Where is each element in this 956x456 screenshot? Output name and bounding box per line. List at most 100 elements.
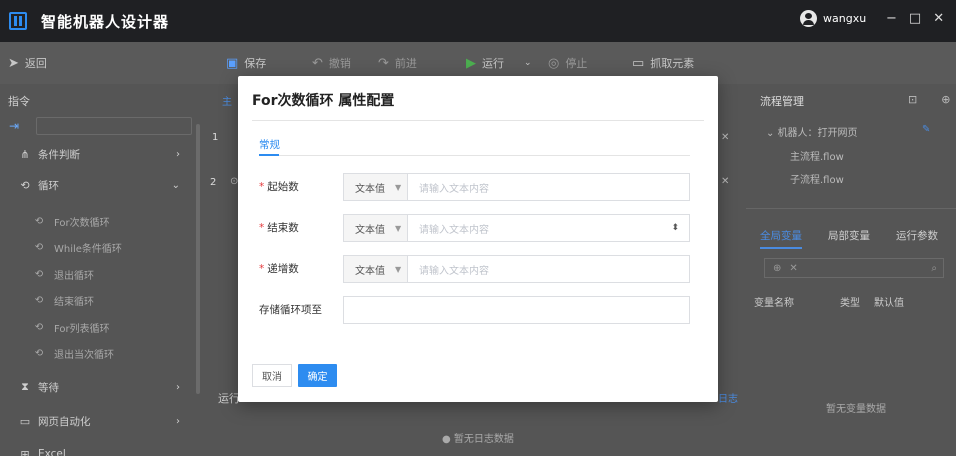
- loop-icon: ⟲: [34, 347, 44, 359]
- flow-management-panel: 流程管理 ⊡ ⊕ ⌄ 机器人：打开网页 ✎ 主流程.flow 子流程.flow …: [746, 84, 956, 456]
- sidebar-subitem-for-list[interactable]: ⟲ For列表循环: [0, 316, 196, 338]
- end-number-input[interactable]: 请输入文本内容 ⬍: [407, 214, 690, 242]
- run-button[interactable]: ▶ 运行 ⌄: [466, 55, 532, 71]
- close-icon[interactable]: ✕: [933, 11, 944, 26]
- caret-down-icon: ▼: [395, 182, 402, 192]
- tab-global-variables[interactable]: 全局变量: [760, 228, 802, 249]
- required-mark: *: [259, 181, 265, 193]
- variable-search-input[interactable]: ⊕ ✕ ⌕: [764, 258, 944, 278]
- tab-general[interactable]: 常规: [259, 137, 280, 152]
- caret-down-icon: ▼: [395, 264, 402, 274]
- store-loop-item-input[interactable]: [343, 296, 690, 324]
- confirm-button[interactable]: 确定: [298, 364, 337, 387]
- stepper-icon[interactable]: ⬍: [671, 223, 679, 233]
- caret-down-icon: ▼: [395, 223, 402, 233]
- tab-underline-base: [259, 155, 690, 156]
- required-mark: *: [259, 222, 265, 234]
- loop-icon: ⟲: [34, 294, 44, 306]
- row-number: 2: [210, 177, 217, 188]
- log-link[interactable]: 日志: [718, 390, 738, 405]
- branch-icon: ⋔: [20, 147, 30, 161]
- instruction-search-input[interactable]: [36, 117, 192, 135]
- sidebar-subitem-continue[interactable]: ⟲ 退出当次循环: [0, 342, 196, 364]
- undo-icon: ↶: [312, 55, 323, 71]
- redo-button[interactable]: ↷ 前进: [378, 55, 417, 71]
- back-arrow-icon: ➤: [8, 55, 19, 71]
- start-number-input[interactable]: 请输入文本内容: [407, 173, 690, 201]
- undo-button[interactable]: ↶ 撤销: [312, 55, 351, 71]
- tab-run-params[interactable]: 运行参数: [896, 228, 938, 249]
- browser-icon: ▭: [19, 414, 31, 428]
- loop-icon: ⟲: [34, 241, 44, 253]
- panel-actions: ⊡ ⊕: [908, 93, 950, 106]
- back-button[interactable]: ➤ 返回: [8, 55, 47, 71]
- sidebar-item-excel[interactable]: ⊞ Excel: [0, 442, 196, 456]
- maximize-icon[interactable]: □: [909, 11, 921, 26]
- stop-button[interactable]: ◎ 停止: [548, 55, 587, 71]
- step-number-label: * 递增数: [259, 263, 299, 275]
- chevron-down-icon[interactable]: ⌄: [524, 58, 532, 68]
- start-number-label: * 起始数: [259, 181, 299, 193]
- capture-element-button[interactable]: ▭ 抓取元素: [632, 55, 694, 71]
- add-icon[interactable]: ⊕: [941, 93, 950, 106]
- new-file-icon[interactable]: ⊡: [908, 93, 917, 106]
- chevron-right-icon: ›: [176, 381, 180, 393]
- run-log-label: 运行: [218, 392, 240, 405]
- panel-title: 流程管理: [760, 95, 804, 108]
- tab-active-indicator: [259, 154, 279, 156]
- stop-icon: ◎: [548, 55, 560, 71]
- play-icon: ▶: [466, 55, 476, 71]
- store-loop-item-label: 存储循环项至: [259, 304, 322, 316]
- sidebar-item-loop[interactable]: ⟲ 循环 ⌄: [0, 173, 196, 197]
- tab-main-flow[interactable]: 主: [222, 93, 232, 108]
- search-icon: ⌕: [931, 262, 937, 274]
- close-icon[interactable]: ✕: [721, 176, 729, 187]
- tree-item-sub-flow[interactable]: 子流程.flow: [790, 171, 844, 186]
- collapse-icon[interactable]: ⇥: [9, 119, 19, 133]
- excel-icon: ⊞: [20, 447, 30, 456]
- cancel-button[interactable]: 取消: [252, 364, 292, 387]
- row-number: 1: [212, 132, 219, 143]
- user-menu[interactable]: wangxu: [800, 10, 866, 27]
- info-icon: ●: [442, 434, 451, 445]
- close-icon[interactable]: ✕: [721, 132, 729, 143]
- instruction-sidebar: 指令 ⇥ ⋔ 条件判断 › ⟲ 循环 ⌄ ⟲ For次数循环 ⟲ While条件…: [0, 84, 200, 456]
- for-loop-config-dialog: For次数循环 属性配置 常规 * 起始数 文本值 ▼ 请输入文本内容 * 结束数 …: [238, 76, 718, 402]
- add-icon[interactable]: ⊕: [773, 263, 781, 274]
- sidebar-title: 指令: [8, 95, 30, 108]
- title-bar: 智能机器人设计器 wangxu − □ ✕: [0, 0, 956, 42]
- divider: [252, 120, 704, 121]
- dialog-title: For次数循环 属性配置: [252, 93, 395, 109]
- sidebar-subitem-end-loop[interactable]: ⟲ 结束循环: [0, 289, 196, 311]
- sidebar-subitem-for-count[interactable]: ⟲ For次数循环: [0, 210, 196, 232]
- sidebar-subitem-exit-loop[interactable]: ⟲ 退出循环: [0, 263, 196, 285]
- step-number-type-select[interactable]: 文本值 ▼: [343, 255, 408, 283]
- minimize-icon[interactable]: −: [886, 11, 897, 26]
- variable-table-header: 变量名称 类型 默认值: [754, 298, 904, 309]
- tree-root[interactable]: ⌄ 机器人：打开网页: [766, 124, 858, 139]
- delete-icon[interactable]: ✕: [789, 263, 797, 274]
- app-title: 智能机器人设计器: [41, 12, 170, 31]
- step-number-input[interactable]: 请输入文本内容: [407, 255, 690, 283]
- end-number-type-select[interactable]: 文本值 ▼: [343, 214, 408, 242]
- app-logo-icon: [9, 12, 27, 30]
- sidebar-item-condition[interactable]: ⋔ 条件判断 ›: [0, 142, 196, 166]
- save-button[interactable]: ▣ 保存: [226, 55, 266, 71]
- avatar-icon: [800, 10, 817, 27]
- divider: [746, 208, 956, 209]
- window-controls: − □ ✕: [886, 11, 944, 26]
- loop-icon: ⟲: [34, 215, 44, 227]
- sidebar-subitem-while[interactable]: ⟲ While条件循环: [0, 236, 196, 258]
- sidebar-item-wait[interactable]: ⧗ 等待 ›: [0, 375, 196, 399]
- chevron-right-icon: ›: [176, 148, 180, 160]
- chevron-right-icon: ›: [176, 415, 180, 427]
- save-icon: ▣: [226, 55, 239, 71]
- loop-icon: ⟲: [20, 178, 30, 192]
- loop-icon: ⟲: [34, 268, 44, 280]
- end-number-label: * 结束数: [259, 222, 299, 234]
- tab-local-variables[interactable]: 局部变量: [828, 228, 870, 249]
- tree-item-main-flow[interactable]: 主流程.flow: [790, 148, 844, 163]
- edit-icon[interactable]: ✎: [922, 124, 930, 135]
- start-number-type-select[interactable]: 文本值 ▼: [343, 173, 408, 201]
- sidebar-item-web-automation[interactable]: ▭ 网页自动化 ›: [0, 409, 196, 433]
